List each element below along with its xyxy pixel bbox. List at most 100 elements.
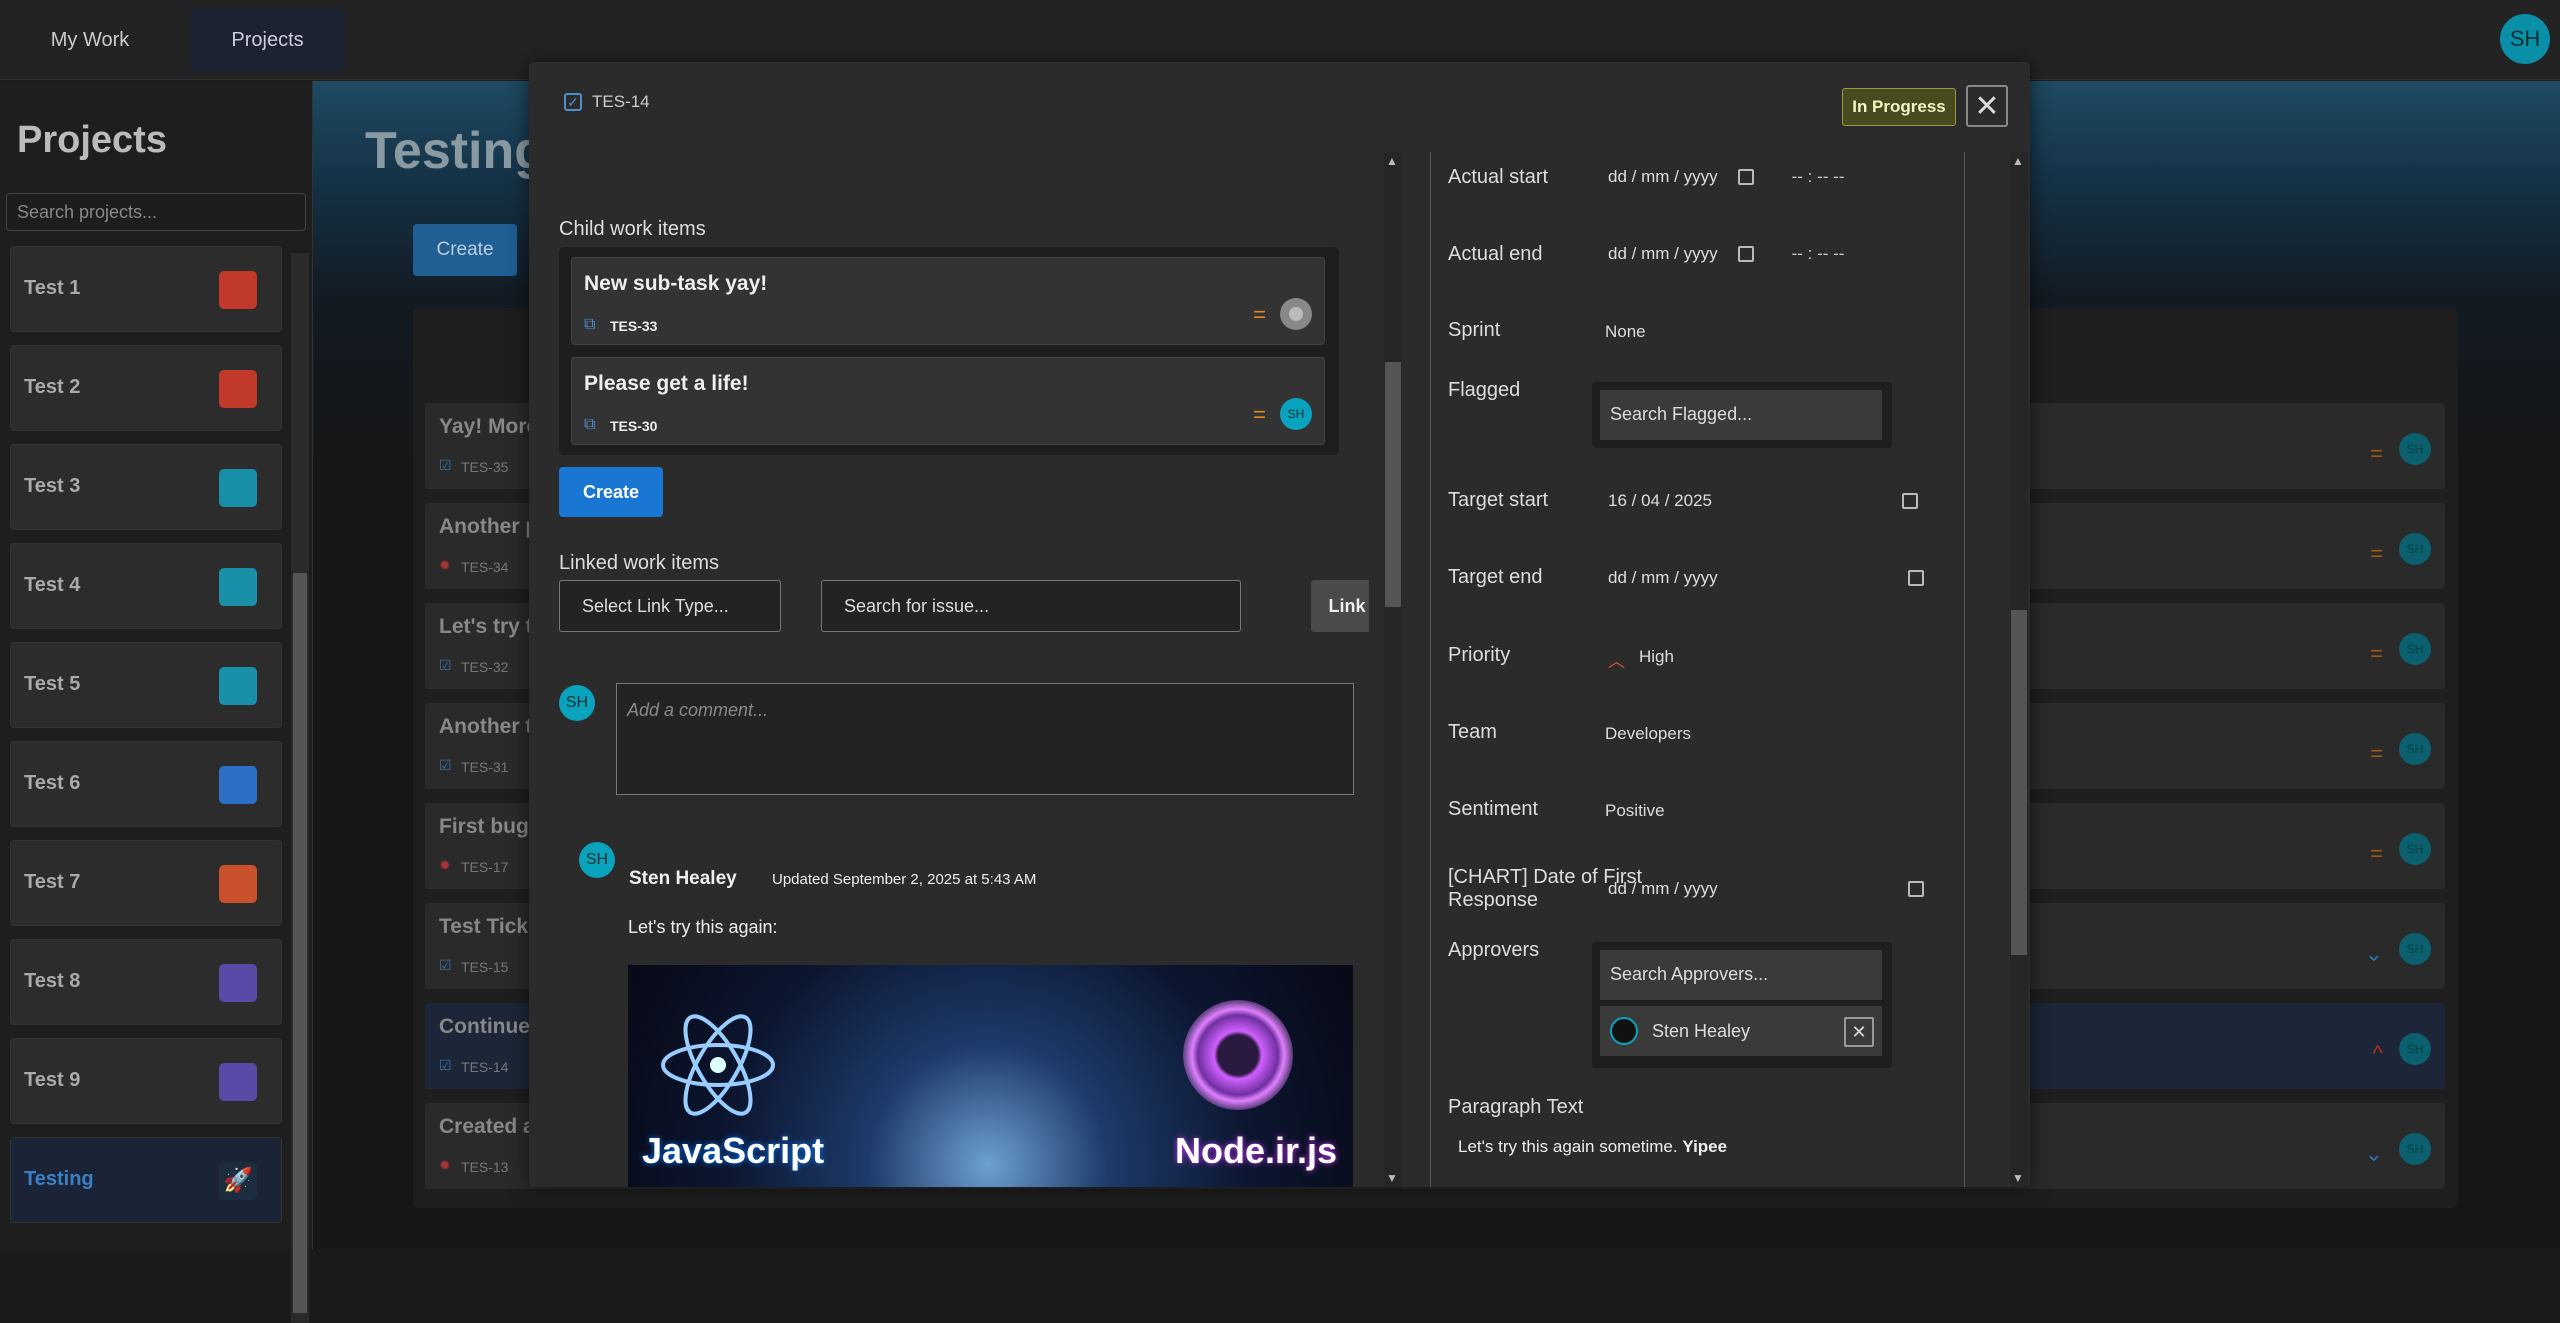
child-items-list: New sub-task yay! ⧉ TES-33 = Please get …: [559, 247, 1339, 455]
project-icon: [219, 568, 257, 606]
field-label: Flagged: [1448, 379, 1521, 401]
page-title: Testing: [365, 122, 547, 180]
priority-icon: =: [2370, 541, 2383, 566]
child-key: TES-30: [610, 418, 658, 434]
avatar: SH: [2399, 633, 2431, 665]
target-start-input[interactable]: 16 / 04 / 2025: [1608, 491, 1918, 511]
row-key: TES-17: [461, 859, 509, 875]
scroll-down-icon[interactable]: ▼: [1386, 1171, 1398, 1185]
project-item[interactable]: Test 2: [10, 345, 282, 431]
project-icon: [219, 964, 257, 1002]
modal-left-panel: Child work items New sub-task yay! ⧉ TES…: [559, 152, 1369, 1187]
comment-author: Sten Healey: [629, 868, 737, 889]
project-name: Test 8: [24, 970, 81, 992]
project-item[interactable]: Testing 🚀: [10, 1137, 282, 1223]
field-label: Team: [1448, 721, 1497, 743]
close-icon: ✕: [1974, 89, 2000, 123]
avatar: SH: [2399, 933, 2431, 965]
row-key: TES-14: [461, 1059, 509, 1075]
project-item[interactable]: Test 3: [10, 444, 282, 530]
sidebar-title: Projects: [17, 119, 167, 161]
project-name: Test 4: [24, 574, 81, 596]
link-button[interactable]: Link: [1311, 580, 1369, 632]
target-end-input[interactable]: dd / mm / yyyy: [1608, 568, 1924, 588]
priority-icon: =: [2370, 641, 2383, 666]
search-projects-input[interactable]: Search projects...: [6, 193, 306, 231]
date-placeholder: dd / mm / yyyy: [1608, 879, 1718, 898]
child-title: New sub-task yay!: [584, 272, 768, 295]
project-icon: [219, 1063, 257, 1101]
project-name: Test 3: [24, 475, 81, 497]
tab-projects[interactable]: Projects: [190, 8, 345, 72]
comment-image: JavaScript Node.ir.js: [628, 965, 1353, 1187]
avatar: [1610, 1017, 1638, 1045]
remove-approver-button[interactable]: ✕: [1844, 1017, 1874, 1047]
right-panel-scrollbar[interactable]: ▲ ▼: [2010, 152, 2028, 1187]
calendar-icon[interactable]: [1901, 493, 1918, 509]
node-logo-icon: [1183, 1000, 1293, 1110]
task-icon: ☑: [439, 957, 452, 973]
row-title: Yay! More: [439, 415, 539, 438]
flagged-search-input[interactable]: Search Flagged...: [1600, 390, 1882, 440]
time-placeholder[interactable]: -- : -- --: [1792, 244, 1845, 264]
child-items-label: Child work items: [559, 218, 706, 240]
react-atom-icon: [661, 1014, 775, 1116]
avatar: SH: [2399, 433, 2431, 465]
scrollbar-thumb[interactable]: [1385, 362, 1401, 607]
scroll-up-icon[interactable]: ▲: [1386, 154, 1398, 168]
status-badge[interactable]: In Progress: [1842, 88, 1956, 126]
user-avatar[interactable]: SH: [2500, 14, 2550, 64]
avatar: SH: [1280, 398, 1312, 430]
project-item[interactable]: Test 6: [10, 741, 282, 827]
left-panel-scrollbar[interactable]: ▲ ▼: [1384, 152, 1402, 1187]
bug-icon: ✹: [439, 1157, 451, 1173]
calendar-icon[interactable]: [1907, 570, 1924, 586]
row-title: Another p: [439, 515, 539, 538]
task-icon: ☑: [439, 757, 452, 773]
child-item[interactable]: New sub-task yay! ⧉ TES-33 =: [571, 257, 1325, 345]
avatar: SH: [2399, 833, 2431, 865]
sentiment-value[interactable]: Positive: [1605, 801, 1665, 821]
calendar-icon[interactable]: [1907, 881, 1924, 897]
paragraph-text[interactable]: Let's try this again sometime. Yipee: [1458, 1137, 1727, 1157]
field-label: Actual end: [1448, 243, 1543, 265]
project-item[interactable]: Test 5: [10, 642, 282, 728]
create-child-button[interactable]: Create: [559, 467, 663, 517]
approvers-search-input[interactable]: Search Approvers...: [1600, 950, 1882, 1000]
row-key: TES-32: [461, 659, 509, 675]
scroll-down-icon[interactable]: ▼: [2012, 1171, 2024, 1185]
project-item[interactable]: Test 7: [10, 840, 282, 926]
sprint-value[interactable]: None: [1605, 322, 1646, 342]
project-item[interactable]: Test 4: [10, 543, 282, 629]
scrollbar-thumb[interactable]: [293, 573, 307, 1313]
issue-search-input[interactable]: Search for issue...: [821, 580, 1241, 632]
project-item[interactable]: Test 9: [10, 1038, 282, 1124]
row-title: Let's try t: [439, 615, 533, 638]
close-button[interactable]: ✕: [1966, 85, 2008, 127]
project-name: Test 7: [24, 871, 81, 893]
child-item[interactable]: Please get a life! ⧉ TES-30 = SH: [571, 357, 1325, 445]
actual-end-input[interactable]: dd / mm / yyyy -- : -- --: [1608, 244, 1844, 264]
first-response-date-input[interactable]: dd / mm / yyyy: [1608, 879, 1924, 899]
date-placeholder: dd / mm / yyyy: [1608, 167, 1718, 186]
row-title: Test Ticke: [439, 915, 540, 938]
sidebar-scrollbar[interactable]: [291, 253, 309, 1323]
actual-start-input[interactable]: dd / mm / yyyy -- : -- --: [1608, 167, 1844, 187]
field-label: Target start: [1448, 489, 1549, 511]
create-button[interactable]: Create: [413, 224, 517, 276]
priority-value[interactable]: ︿ High: [1608, 647, 1674, 672]
calendar-icon[interactable]: [1737, 246, 1754, 262]
tab-my-work[interactable]: My Work: [20, 8, 160, 72]
scroll-up-icon[interactable]: ▲: [2012, 154, 2024, 168]
team-value[interactable]: Developers: [1605, 724, 1691, 744]
row-key: TES-15: [461, 959, 509, 975]
comment-input[interactable]: Add a comment...: [616, 683, 1354, 795]
link-type-select[interactable]: Select Link Type...: [559, 580, 781, 632]
modal-header-key: ✓ TES-14: [564, 92, 650, 112]
project-item[interactable]: Test 1: [10, 246, 282, 332]
calendar-icon[interactable]: [1737, 169, 1754, 185]
scrollbar-thumb[interactable]: [2011, 610, 2027, 955]
time-placeholder[interactable]: -- : -- --: [1792, 167, 1845, 187]
project-item[interactable]: Test 8: [10, 939, 282, 1025]
avatar: SH: [2399, 1133, 2431, 1165]
